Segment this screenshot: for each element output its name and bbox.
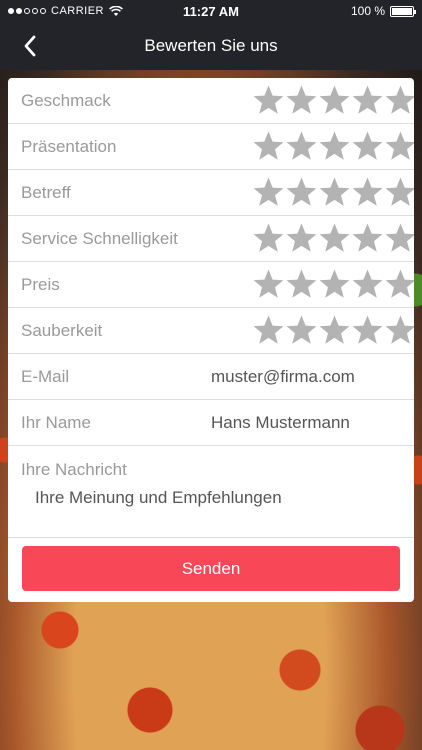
star-icon[interactable] (351, 222, 384, 255)
rating-row: Betreff (8, 170, 414, 216)
navigation-bar: Bewerten Sie uns (0, 22, 422, 70)
star-rating[interactable] (252, 268, 414, 301)
chevron-left-icon (24, 35, 36, 57)
page-title: Bewerten Sie uns (144, 36, 278, 55)
rating-label: Präsentation (21, 136, 117, 156)
star-icon[interactable] (252, 130, 285, 163)
star-icon[interactable] (384, 176, 414, 209)
star-rating[interactable] (252, 176, 414, 209)
email-field[interactable]: E-Mail muster@firma.com (8, 354, 414, 400)
star-rating[interactable] (252, 222, 414, 255)
rating-form: Geschmack Präsentation Betreff Service Schn… (8, 78, 414, 602)
rating-row: Service Schnelligkeit (8, 216, 414, 262)
rating-label: Betreff (21, 182, 71, 202)
star-icon[interactable] (252, 222, 285, 255)
star-icon[interactable] (351, 176, 384, 209)
signal-strength-icon (8, 8, 46, 14)
star-icon[interactable] (384, 222, 414, 255)
star-icon[interactable] (384, 84, 414, 117)
star-icon[interactable] (285, 84, 318, 117)
star-icon[interactable] (285, 176, 318, 209)
rating-row: Präsentation (8, 124, 414, 170)
star-icon[interactable] (384, 268, 414, 301)
star-icon[interactable] (318, 268, 351, 301)
star-icon[interactable] (318, 176, 351, 209)
email-label: E-Mail (21, 366, 70, 386)
star-icon[interactable] (351, 268, 384, 301)
star-icon[interactable] (285, 268, 318, 301)
name-input[interactable]: Hans Mustermann (211, 413, 350, 433)
battery-icon (390, 5, 416, 17)
star-icon[interactable] (384, 314, 414, 347)
star-icon[interactable] (318, 222, 351, 255)
star-icon[interactable] (285, 130, 318, 163)
rating-label: Sauberkeit (21, 320, 103, 340)
name-field[interactable]: Ihr Name Hans Mustermann (8, 400, 414, 446)
rating-row: Geschmack (8, 78, 414, 124)
rating-row: Sauberkeit (8, 308, 414, 354)
email-input[interactable]: muster@firma.com (211, 367, 355, 387)
star-rating[interactable] (252, 84, 414, 117)
star-icon[interactable] (252, 268, 285, 301)
star-icon[interactable] (252, 314, 285, 347)
star-icon[interactable] (318, 314, 351, 347)
carrier-label: CARRIER (51, 5, 105, 17)
rating-label: Service Schnelligkeit (21, 228, 178, 248)
wifi-icon (109, 5, 123, 16)
status-time: 11:27 AM (183, 3, 239, 19)
star-icon[interactable] (351, 314, 384, 347)
star-icon[interactable] (252, 84, 285, 117)
star-icon[interactable] (285, 314, 318, 347)
status-bar: CARRIER 11:27 AM 100 % (0, 0, 422, 22)
message-label: Ihre Nachricht (21, 460, 127, 479)
star-icon[interactable] (252, 176, 285, 209)
star-icon[interactable] (384, 130, 414, 163)
star-rating[interactable] (252, 314, 414, 347)
message-field[interactable]: Ihre Nachricht Ihre Meinung und Empfehlu… (8, 446, 414, 538)
back-button[interactable] (18, 34, 42, 58)
star-icon[interactable] (318, 130, 351, 163)
star-icon[interactable] (285, 222, 318, 255)
rating-row: Preis (8, 262, 414, 308)
battery-percent: 100 % (350, 4, 385, 18)
submit-button[interactable]: Senden (22, 546, 400, 591)
star-icon[interactable] (318, 84, 351, 117)
rating-label: Geschmack (21, 90, 111, 110)
star-rating[interactable] (252, 130, 414, 163)
rating-label: Preis (21, 274, 60, 294)
message-input[interactable]: Ihre Meinung und Empfehlungen (35, 488, 401, 508)
star-icon[interactable] (351, 84, 384, 117)
star-icon[interactable] (351, 130, 384, 163)
name-label: Ihr Name (21, 412, 91, 432)
